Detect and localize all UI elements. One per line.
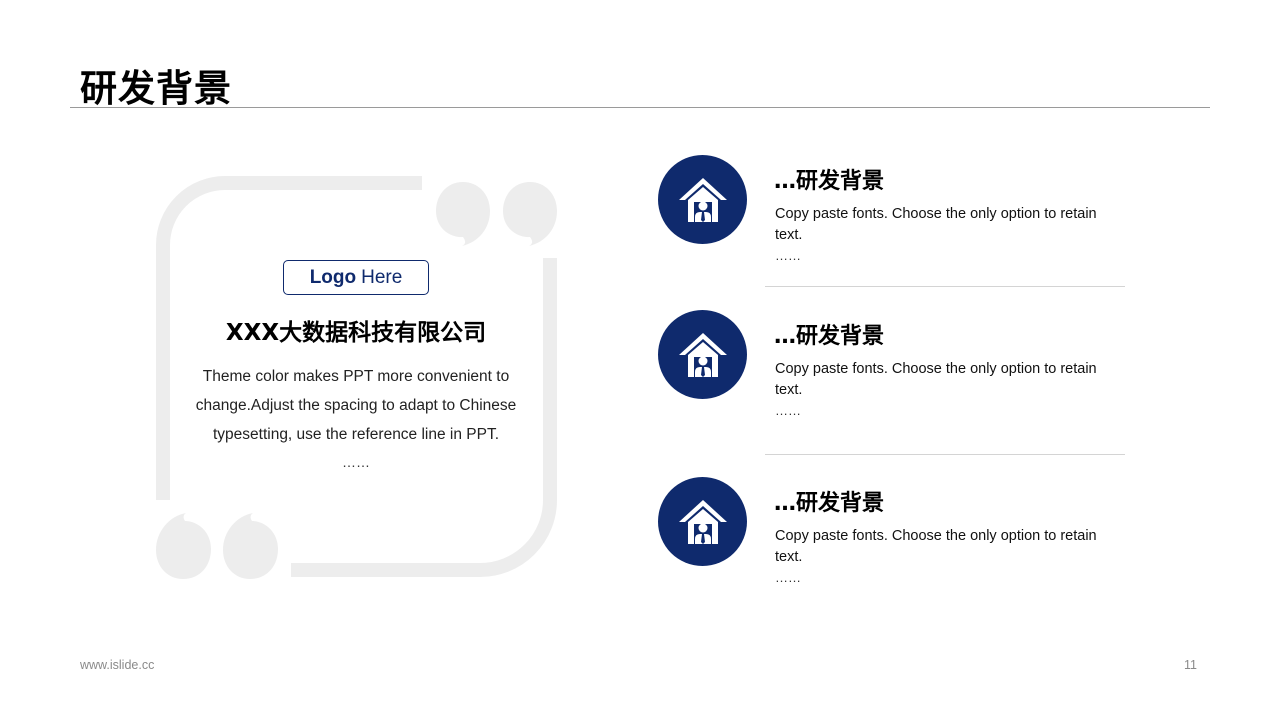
house-person-icon bbox=[678, 499, 727, 544]
item-title: …研发背景 bbox=[774, 324, 885, 349]
page-title: 研发背景 bbox=[80, 67, 232, 110]
footer-url: www.islide.cc bbox=[80, 658, 155, 672]
item-divider bbox=[765, 286, 1125, 287]
item-text: Copy paste fonts. Choose the only option… bbox=[775, 206, 1097, 243]
item-icon-circle bbox=[658, 155, 747, 244]
item-divider bbox=[765, 454, 1125, 455]
company-description: Theme color makes PPT more convenient to… bbox=[195, 368, 517, 443]
item-title: …研发背景 bbox=[774, 491, 885, 516]
open-quote-icon bbox=[436, 182, 557, 246]
house-person-icon bbox=[678, 332, 727, 377]
title-divider bbox=[70, 107, 1210, 108]
item-icon-circle bbox=[658, 477, 747, 566]
logo-bold-text: Logo bbox=[309, 266, 357, 288]
house-person-icon bbox=[678, 177, 727, 222]
item-title: …研发背景 bbox=[774, 169, 885, 194]
close-quote-icon bbox=[156, 513, 278, 579]
company-name: XXX大数据科技有限公司 bbox=[225, 320, 487, 346]
logo-rest-text: Here bbox=[361, 266, 403, 288]
item-text: Copy paste fonts. Choose the only option… bbox=[775, 528, 1097, 565]
item-ellipsis: …… bbox=[775, 570, 801, 585]
item-ellipsis: …… bbox=[775, 248, 801, 263]
company-ellipsis: …… bbox=[342, 454, 370, 470]
page-number: 11 bbox=[1184, 658, 1197, 672]
item-icon-circle bbox=[658, 310, 747, 399]
item-text: Copy paste fonts. Choose the only option… bbox=[775, 361, 1097, 398]
item-ellipsis: …… bbox=[775, 403, 801, 418]
logo-placeholder: Logo Here bbox=[283, 260, 429, 295]
